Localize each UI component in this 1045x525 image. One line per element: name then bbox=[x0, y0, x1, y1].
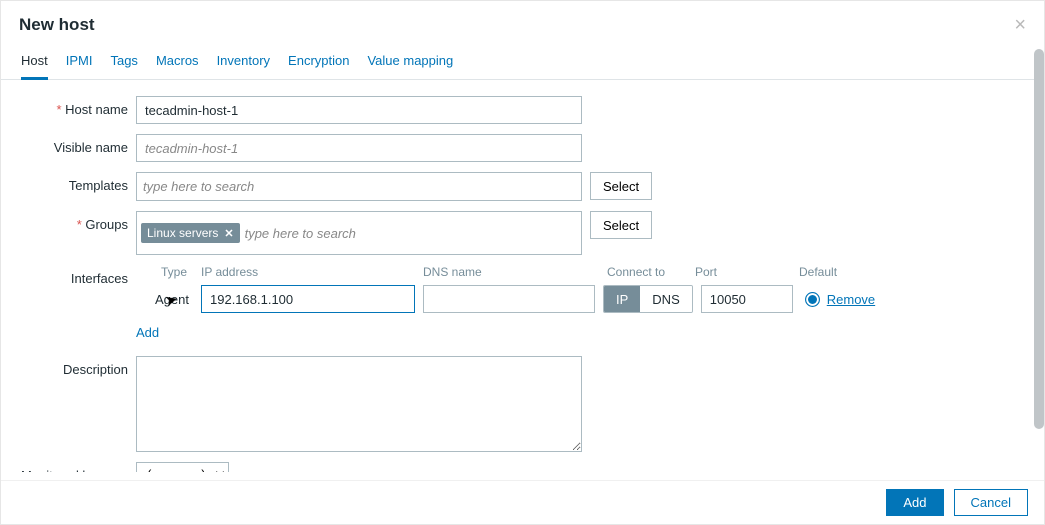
interfaces-label: Interfaces bbox=[21, 265, 136, 286]
groups-search-input[interactable] bbox=[243, 222, 577, 245]
interface-row: Agent IP DNS Remove bbox=[136, 285, 1024, 313]
interface-header-dns: DNS name bbox=[423, 265, 607, 279]
interface-headers: Type IP address DNS name Connect to Port… bbox=[136, 265, 1024, 279]
interface-ip-input[interactable] bbox=[201, 285, 415, 313]
interface-header-connect: Connect to bbox=[607, 265, 695, 279]
monitored-by-proxy-select[interactable]: (no proxy) bbox=[136, 462, 229, 472]
interface-header-default: Default bbox=[799, 265, 837, 279]
templates-label: Templates bbox=[21, 172, 136, 193]
templates-search-input[interactable] bbox=[141, 175, 577, 198]
interface-type-label: Agent bbox=[136, 292, 193, 307]
interface-dns-input[interactable] bbox=[423, 285, 595, 313]
description-label: Description bbox=[21, 356, 136, 377]
group-tag-remove-icon[interactable]: ✕ bbox=[224, 227, 233, 240]
host-name-input[interactable] bbox=[136, 96, 582, 124]
monitored-by-proxy-label: Monitored by proxy bbox=[21, 462, 136, 472]
group-tag-label: Linux servers bbox=[147, 226, 218, 240]
templates-select-button[interactable]: Select bbox=[590, 172, 652, 200]
templates-multiselect[interactable] bbox=[136, 172, 582, 201]
dialog-title: New host bbox=[19, 15, 95, 35]
interface-port-input[interactable] bbox=[701, 285, 793, 313]
interface-header-port: Port bbox=[695, 265, 799, 279]
tab-inventory[interactable]: Inventory bbox=[217, 45, 270, 80]
interface-default-radio[interactable] bbox=[805, 292, 820, 307]
tab-bar: Host IPMI Tags Macros Inventory Encrypti… bbox=[1, 45, 1044, 80]
tab-host[interactable]: Host bbox=[21, 45, 48, 80]
interface-remove-link[interactable]: Remove bbox=[827, 292, 875, 307]
tab-ipmi[interactable]: IPMI bbox=[66, 45, 93, 80]
interface-header-ip: IP address bbox=[201, 265, 423, 279]
tab-tags[interactable]: Tags bbox=[110, 45, 137, 80]
group-tag: Linux servers ✕ bbox=[141, 223, 240, 243]
host-name-label: Host name bbox=[21, 96, 136, 117]
form-body: Host name Visible name Templates Select … bbox=[1, 80, 1044, 472]
close-icon[interactable]: × bbox=[1014, 15, 1026, 35]
dialog-footer: Add Cancel bbox=[1, 480, 1044, 524]
description-textarea[interactable] bbox=[136, 356, 582, 452]
interface-header-type: Type bbox=[161, 265, 201, 279]
interface-connect-toggle: IP DNS bbox=[603, 285, 693, 313]
groups-select-button[interactable]: Select bbox=[590, 211, 652, 239]
visible-name-label: Visible name bbox=[21, 134, 136, 155]
interface-add-link[interactable]: Add bbox=[136, 325, 159, 340]
connect-ip-button[interactable]: IP bbox=[604, 286, 640, 312]
dialog-header: New host × bbox=[1, 1, 1044, 45]
groups-label: Groups bbox=[21, 211, 136, 232]
add-button[interactable]: Add bbox=[886, 489, 943, 516]
groups-multiselect[interactable]: Linux servers ✕ bbox=[136, 211, 582, 255]
cancel-button[interactable]: Cancel bbox=[954, 489, 1028, 516]
connect-dns-button[interactable]: DNS bbox=[640, 286, 691, 312]
tab-encryption[interactable]: Encryption bbox=[288, 45, 349, 80]
scrollbar-thumb[interactable] bbox=[1034, 49, 1044, 429]
tab-macros[interactable]: Macros bbox=[156, 45, 199, 80]
visible-name-input[interactable] bbox=[136, 134, 582, 162]
tab-value-mapping[interactable]: Value mapping bbox=[367, 45, 453, 80]
